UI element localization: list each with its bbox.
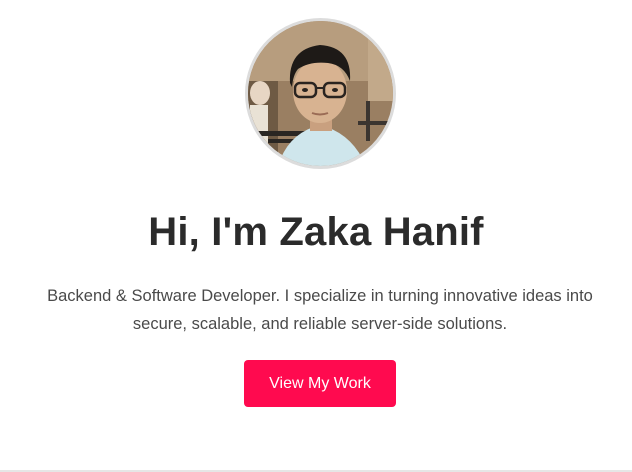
profile-photo (248, 21, 393, 166)
view-my-work-button[interactable]: View My Work (244, 360, 396, 407)
profile-avatar (245, 18, 396, 169)
hero-section: Hi, I'm Zaka Hanif Backend & Software De… (0, 0, 632, 470)
hero-tagline: Backend & Software Developer. I speciali… (47, 287, 593, 333)
page-title: Hi, I'm Zaka Hanif (148, 210, 484, 254)
